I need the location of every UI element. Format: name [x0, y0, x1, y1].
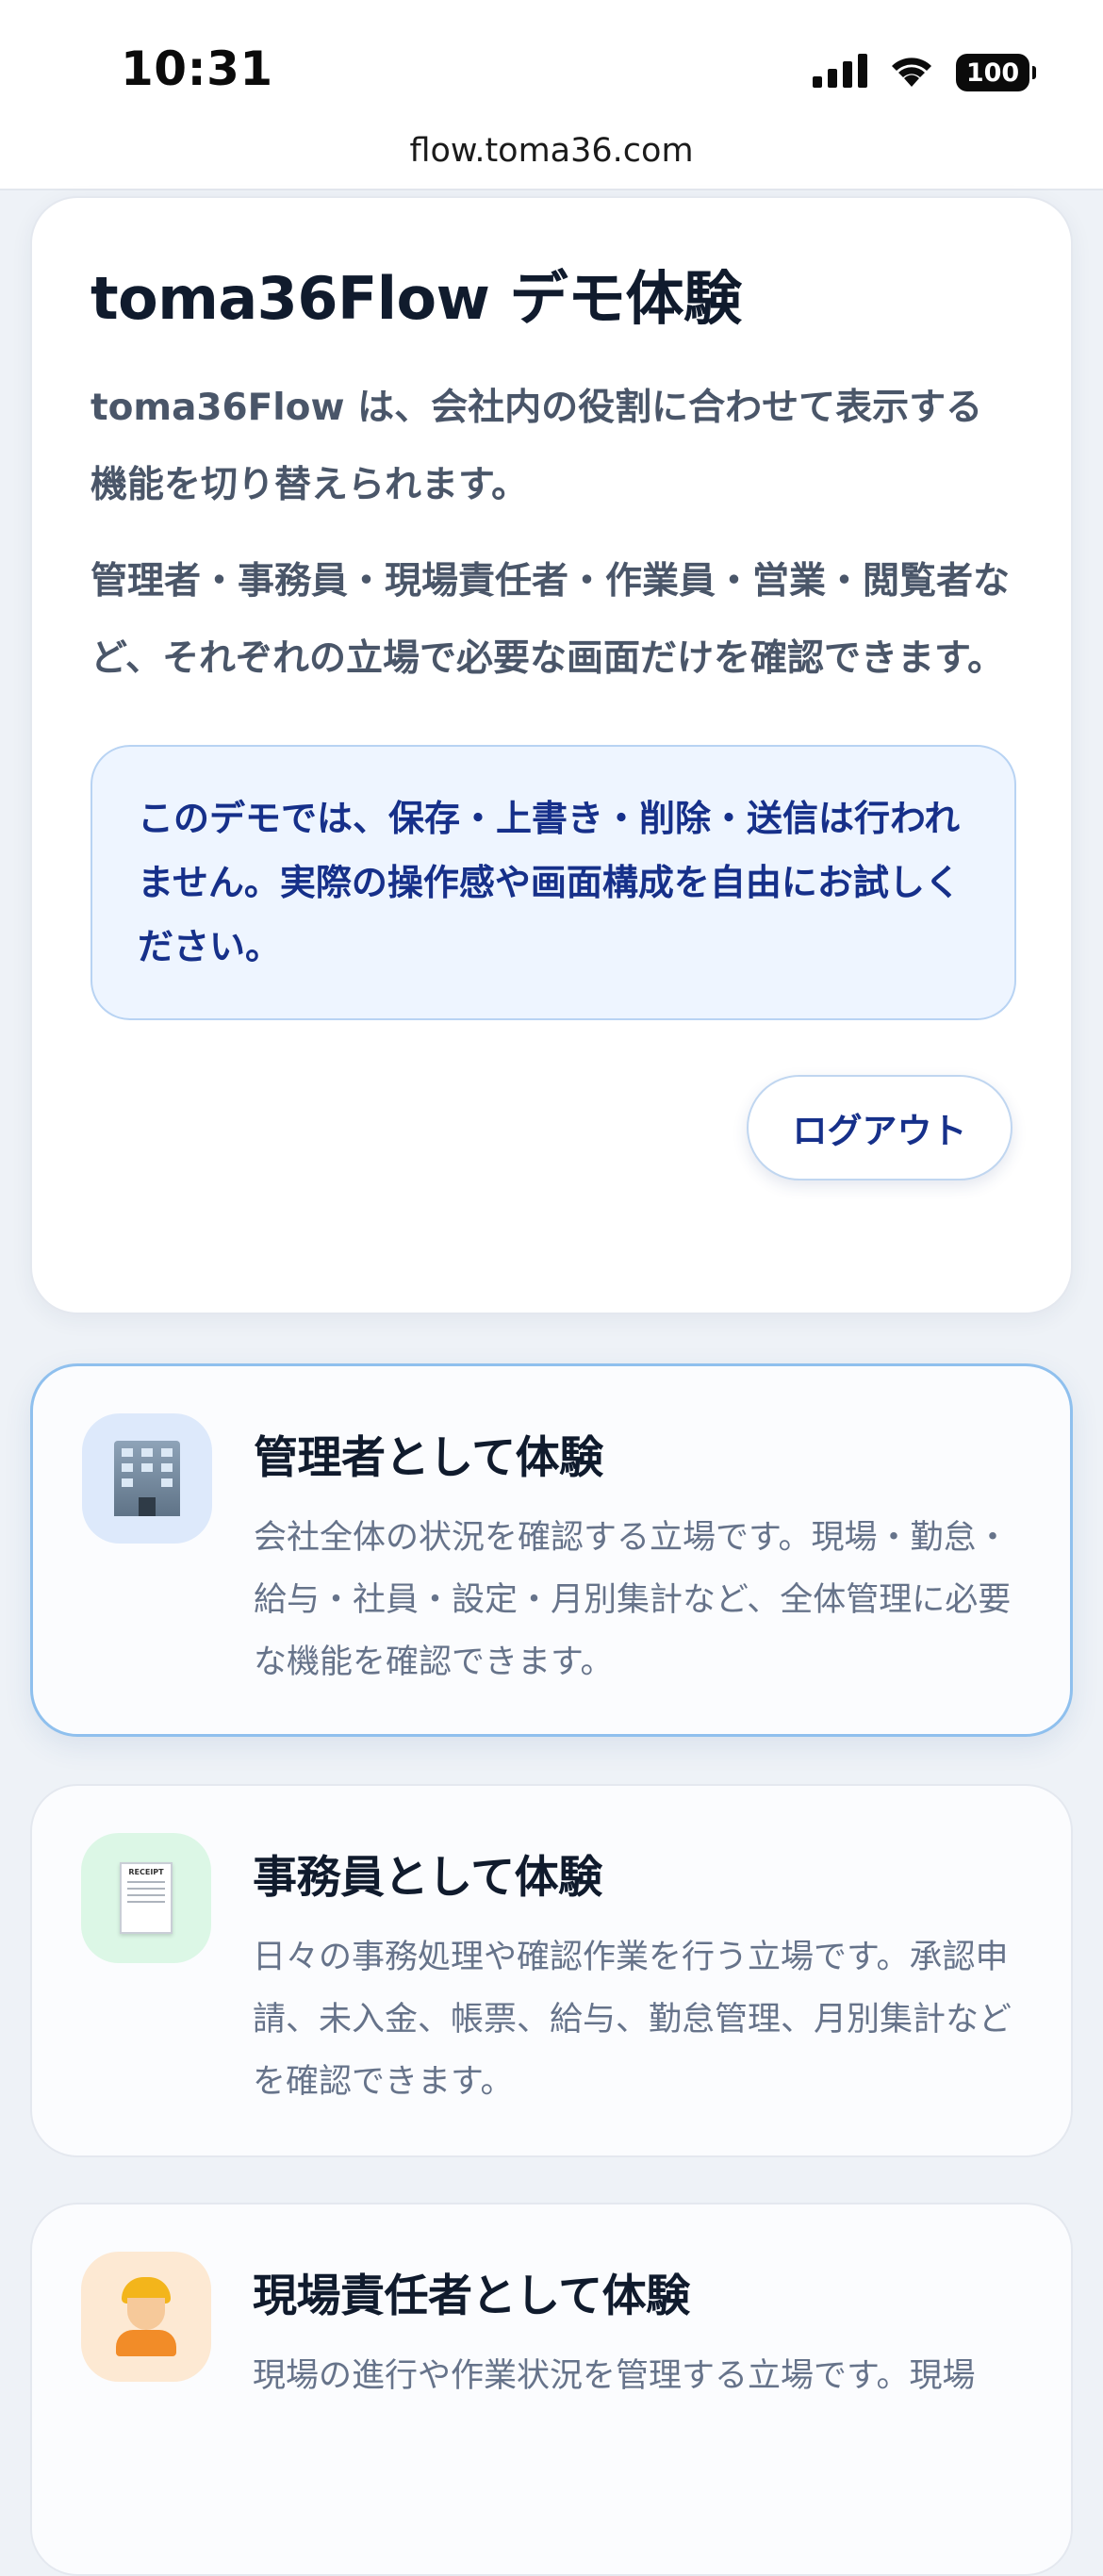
status-icons: 100 [813, 51, 1036, 94]
demo-notice: このデモでは、保存・上書き・削除・送信は行われません。実際の操作感や画面構成を自… [91, 745, 1016, 1021]
status-time: 10:31 [121, 41, 273, 96]
intro-paragraph-2: 管理者・事務員・現場責任者・作業員・営業・閲覧者など、それぞれの立場で必要な画面… [91, 560, 1011, 681]
page-title: toma36Flow デモ体験 [91, 264, 742, 333]
battery-icon: 100 [956, 54, 1036, 91]
cellular-signal-icon [813, 54, 867, 91]
role-description-site-manager: 現場の進行や作業状況を管理する立場です。現場 [253, 2357, 976, 2395]
office-building-icon [82, 1413, 212, 1544]
role-title-office-staff: 事務員として体験 [253, 1852, 602, 1904]
url-text: flow.toma36.com [409, 132, 694, 170]
battery-level: 100 [965, 58, 1020, 88]
logout-row: ログアウト [91, 1075, 1012, 1181]
status-bar: 10:31 100 [0, 0, 1103, 132]
role-description-admin: 会社全体の状況を確認する立場です。現場・勤怠・給与・社員・設定・月別集計など、全… [254, 1519, 1012, 1681]
role-description-office-staff: 日々の事務処理や確認作業を行う立場です。承認申請、未入金、帳票、給与、勤怠管理、… [253, 1939, 1012, 2101]
intro-card: toma36Flow デモ体験 toma36Flow は、会社内の役割に合わせて… [30, 196, 1073, 1314]
role-title-admin: 管理者として体験 [254, 1432, 603, 1484]
construction-worker-icon [81, 2252, 211, 2382]
wifi-icon [888, 53, 935, 92]
role-title-site-manager: 現場責任者として体験 [253, 2271, 690, 2322]
logout-button[interactable]: ログアウト [747, 1075, 1012, 1181]
role-card-admin[interactable]: 管理者として体験 会社全体の状況を確認する立場です。現場・勤怠・給与・社員・設定… [30, 1363, 1073, 1737]
role-card-site-manager[interactable]: 現場責任者として体験 現場の進行や作業状況を管理する立場です。現場 [30, 2203, 1073, 2576]
address-bar[interactable]: flow.toma36.com [0, 132, 1103, 190]
receipt-icon: RECEIPT [81, 1833, 211, 1963]
intro-paragraph-1: toma36Flow は、会社内の役割に合わせて表示する機能を切り替えられます。 [91, 387, 983, 507]
role-card-office-staff[interactable]: RECEIPT 事務員として体験 日々の事務処理や確認作業を行う立場です。承認申… [30, 1784, 1073, 2157]
